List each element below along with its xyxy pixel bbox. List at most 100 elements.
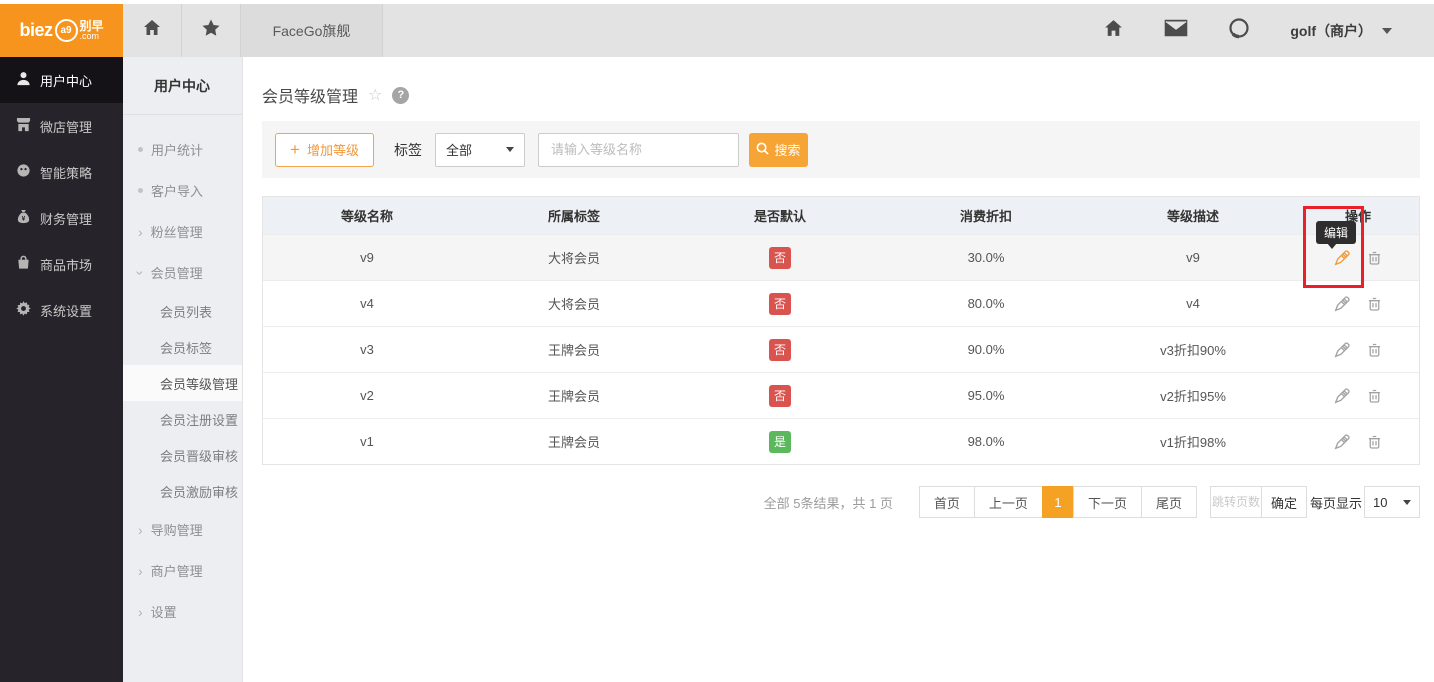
per-page-label: 每页显示 <box>1309 495 1362 511</box>
chevron-down-icon <box>1403 499 1411 505</box>
pagination: 全部 5条结果，共 1 页 首页 上一页 1 下一页 尾页 确定 每页显示 10 <box>262 486 1420 518</box>
submenu-item-member-promotion-review[interactable]: 会员晋级审核 <box>123 437 242 473</box>
submenu-item-member-tags[interactable]: 会员标签 <box>123 329 242 365</box>
pager-buttons: 首页 上一页 1 下一页 尾页 <box>918 486 1197 518</box>
user-name: golf（商户） <box>1290 22 1372 39</box>
current-page-button[interactable]: 1 <box>1041 486 1074 518</box>
tag-filter-select[interactable]: 全部 <box>434 132 525 167</box>
submenu-item-fans-mgmt[interactable]: › 粉丝管理 <box>123 211 242 252</box>
page-title-row: 会员等级管理 ☆ ? <box>243 57 1434 107</box>
mail-icon[interactable] <box>1163 18 1190 42</box>
status-badge: 否 <box>769 384 791 407</box>
submenu-item-merchant-mgmt[interactable]: › 商户管理 <box>123 550 242 591</box>
delete-icon[interactable] <box>1366 387 1384 405</box>
sidebar-item-finance-mgmt[interactable]: ¥ 财务管理 <box>0 195 123 241</box>
secondary-sidebar: 用户中心 用户统计 客户导入 › 粉丝管理 › 会员管理 会员列表 会员标签 会… <box>123 57 243 682</box>
per-page-select[interactable]: 10 <box>1364 486 1420 518</box>
chevron-down-icon <box>505 147 514 152</box>
main-content: 会员等级管理 ☆ ? + 增加等级 标签 全部 搜索 等级名称 所属标签 是否默… <box>243 57 1434 682</box>
chevron-down-icon: › <box>132 270 149 275</box>
submenu-item-member-mgmt[interactable]: › 会员管理 <box>123 252 242 293</box>
last-page-button[interactable]: 尾页 <box>1140 486 1197 518</box>
page-title: 会员等级管理 <box>262 89 359 106</box>
add-level-button[interactable]: + 增加等级 <box>275 132 374 167</box>
submenu-item-guide-mgmt[interactable]: › 导购管理 <box>123 509 242 550</box>
tag-filter-label: 标签 <box>393 141 422 158</box>
user-menu[interactable]: golf（商户） <box>1290 21 1392 41</box>
sidebar-item-user-center[interactable]: 用户中心 <box>0 57 123 103</box>
sidebar-item-system-settings[interactable]: 系统设置 <box>0 287 123 333</box>
favorites-tab-button[interactable] <box>182 4 241 57</box>
market-icon <box>16 255 31 273</box>
logo-circle: a9 <box>54 19 78 42</box>
submenu-header: 用户中心 <box>123 57 242 115</box>
primary-sidebar: 用户中心 微店管理 智能策略 ¥ 财务管理 商品市场 系统设置 <box>0 57 123 682</box>
chevron-right-icon: › <box>138 603 143 620</box>
prev-page-button[interactable]: 上一页 <box>973 486 1043 518</box>
submenu-item-user-stats[interactable]: 用户统计 <box>123 129 242 170</box>
status-badge: 否 <box>769 292 791 315</box>
logo-right: 别早 .com <box>79 19 104 41</box>
first-page-button[interactable]: 首页 <box>918 486 975 518</box>
user-icon <box>16 71 31 89</box>
jump-page-input[interactable] <box>1209 486 1262 518</box>
table-row: v1 王牌会员 是 98.0% v1折扣98% <box>263 418 1419 464</box>
edit-tooltip: 编辑 <box>1316 221 1357 244</box>
table-header-row: 等级名称 所属标签 是否默认 消费折扣 等级描述 操作 <box>263 197 1419 234</box>
logo-text: biez <box>19 20 53 40</box>
results-summary: 全部 5条结果，共 1 页 <box>763 495 893 511</box>
home-tab-button[interactable] <box>123 4 182 57</box>
delete-icon[interactable] <box>1366 295 1384 313</box>
finance-icon: ¥ <box>16 209 31 227</box>
sidebar-item-smart-strategy[interactable]: 智能策略 <box>0 149 123 195</box>
status-badge: 否 <box>769 338 791 361</box>
tooltip-arrow <box>1327 243 1337 249</box>
submenu-item-settings[interactable]: › 设置 <box>123 591 242 632</box>
level-name-input[interactable] <box>537 132 739 167</box>
submenu-item-member-incentive-review[interactable]: 会员激励审核 <box>123 473 242 509</box>
toolbar: + 增加等级 标签 全部 搜索 <box>262 121 1420 178</box>
search-icon <box>756 142 770 158</box>
strategy-icon <box>16 163 31 181</box>
tab-facego[interactable]: FaceGo旗舰 <box>241 4 383 57</box>
sidebar-item-shop-mgmt[interactable]: 微店管理 <box>0 103 123 149</box>
favorite-star-icon[interactable]: ☆ <box>368 85 382 105</box>
help-icon[interactable]: ? <box>392 86 410 104</box>
chevron-right-icon: › <box>138 521 143 538</box>
edit-icon[interactable] <box>1333 295 1351 313</box>
chevron-right-icon: › <box>138 223 143 240</box>
chevron-down-icon <box>1382 27 1392 34</box>
edit-icon[interactable] <box>1333 433 1351 451</box>
submenu-item-member-level-mgmt[interactable]: 会员等级管理 <box>123 365 242 401</box>
home-icon <box>142 18 162 43</box>
bullet-icon <box>138 188 143 193</box>
level-table: 等级名称 所属标签 是否默认 消费折扣 等级描述 操作 v9 大将会员 否 30… <box>262 196 1420 465</box>
submenu-item-member-register-settings[interactable]: 会员注册设置 <box>123 401 242 437</box>
edit-icon[interactable] <box>1333 387 1351 405</box>
chevron-right-icon: › <box>138 562 143 579</box>
submenu-item-member-list[interactable]: 会员列表 <box>123 293 242 329</box>
search-button[interactable]: 搜索 <box>748 132 808 167</box>
plus-icon: + <box>290 140 300 159</box>
confirm-jump-button[interactable]: 确定 <box>1260 486 1307 518</box>
gear-icon <box>16 301 31 319</box>
sidebar-item-product-market[interactable]: 商品市场 <box>0 241 123 287</box>
per-page-value: 10 <box>1373 494 1388 510</box>
delete-icon[interactable] <box>1366 433 1384 451</box>
support-icon[interactable] <box>1228 17 1250 44</box>
store-icon <box>16 117 31 135</box>
table-row: v3 王牌会员 否 90.0% v3折扣90% <box>263 326 1419 372</box>
next-page-button[interactable]: 下一页 <box>1072 486 1142 518</box>
delete-icon[interactable] <box>1366 341 1384 359</box>
status-badge: 是 <box>769 430 791 453</box>
home-icon[interactable] <box>1103 18 1124 44</box>
edit-icon[interactable] <box>1333 341 1351 359</box>
table-row: v9 大将会员 否 30.0% v9 <box>263 234 1419 280</box>
brand-logo[interactable]: biez a9 别早 .com <box>0 4 123 57</box>
topbar-right: golf（商户） <box>1103 4 1434 57</box>
delete-icon[interactable] <box>1366 249 1384 267</box>
bullet-icon <box>138 147 143 152</box>
status-badge: 否 <box>769 246 791 269</box>
star-icon <box>201 18 221 43</box>
submenu-item-customer-import[interactable]: 客户导入 <box>123 170 242 211</box>
